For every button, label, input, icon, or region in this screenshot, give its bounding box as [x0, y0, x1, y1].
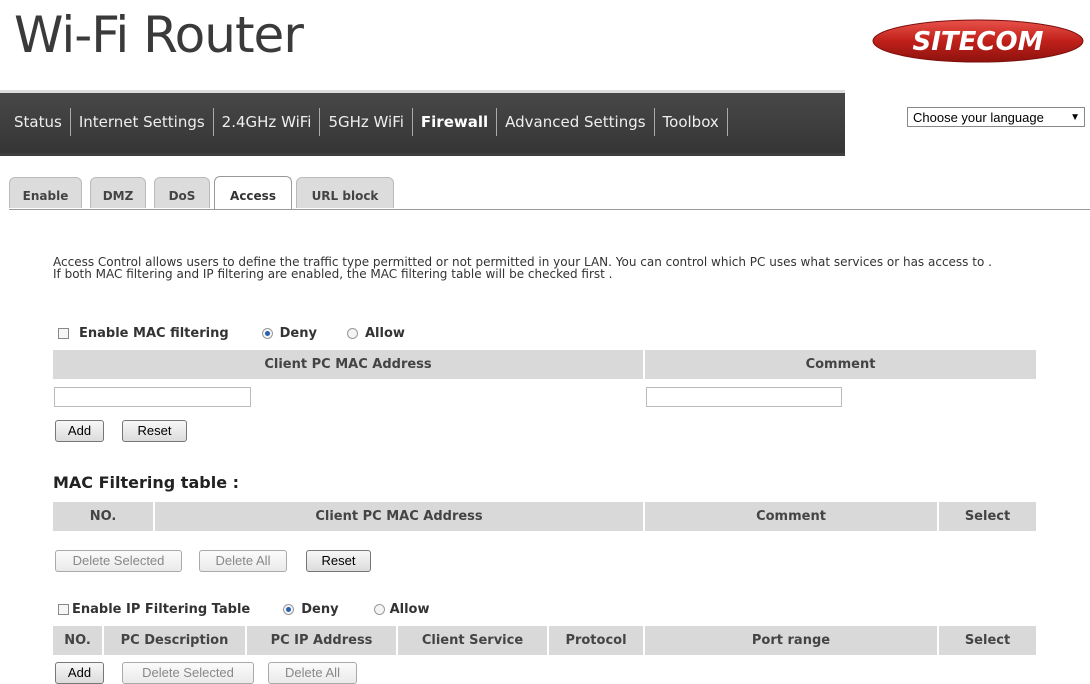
ip-table-col-client-service: Client Service	[398, 626, 547, 655]
enable-mac-filtering-label: Enable MAC filtering	[79, 325, 229, 341]
description-line-2: If both MAC filtering and IP filtering a…	[53, 267, 613, 281]
main-nav: Status Internet Settings 2.4GHz WiFi 5GH…	[14, 108, 728, 136]
nav-24ghz-wifi[interactable]: 2.4GHz WiFi	[214, 108, 320, 136]
nav-firewall[interactable]: Firewall	[413, 108, 496, 136]
mac-table-col-mac: Client PC MAC Address	[155, 502, 643, 531]
mac-table-reset-button[interactable]: Reset	[306, 550, 371, 572]
svg-text:SITECOM: SITECOM	[913, 27, 1044, 57]
ip-deny-label: Deny	[301, 601, 339, 617]
mac-table-col-comment: Comment	[645, 502, 937, 531]
ip-table-col-description: PC Description	[104, 626, 245, 655]
mac-delete-selected-button[interactable]: Delete Selected	[55, 550, 182, 572]
nav-advanced-settings[interactable]: Advanced Settings	[497, 108, 653, 136]
nav-5ghz-wifi[interactable]: 5GHz WiFi	[320, 108, 411, 136]
mac-filtering-table-heading: MAC Filtering table :	[53, 473, 240, 492]
enable-ip-filtering-checkbox[interactable]	[58, 603, 69, 615]
mac-allow-radio[interactable]	[346, 327, 358, 339]
mac-deny-radio[interactable]	[261, 327, 273, 339]
tab-dos[interactable]: DoS	[154, 177, 210, 208]
tab-url-block[interactable]: URL block	[296, 177, 394, 208]
page-title: Wi-Fi Router	[14, 6, 304, 64]
tab-access[interactable]: Access	[214, 176, 292, 209]
tab-dmz[interactable]: DMZ	[90, 177, 146, 208]
mac-address-input[interactable]	[54, 387, 251, 407]
chevron-down-icon: ▼	[1070, 112, 1080, 123]
mac-filter-options: Enable MAC filtering Deny Allow	[58, 325, 405, 341]
enable-mac-filtering-checkbox[interactable]	[58, 327, 69, 339]
ip-table-col-ip-address: PC IP Address	[247, 626, 396, 655]
ip-table-col-port-range: Port range	[645, 626, 937, 655]
mac-input-header-mac: Client PC MAC Address	[53, 350, 643, 379]
ip-table-col-select: Select	[939, 626, 1036, 655]
mac-comment-input[interactable]	[646, 387, 842, 407]
nav-status[interactable]: Status	[14, 108, 70, 136]
ip-table-col-protocol: Protocol	[549, 626, 643, 655]
mac-deny-label: Deny	[279, 325, 317, 341]
ip-deny-radio[interactable]	[283, 603, 295, 615]
mac-input-header-comment: Comment	[645, 350, 1036, 379]
nav-internet-settings[interactable]: Internet Settings	[71, 108, 213, 136]
mac-reset-button[interactable]: Reset	[122, 420, 187, 442]
mac-allow-label: Allow	[364, 325, 405, 341]
ip-table-col-no: NO.	[53, 626, 102, 655]
sitecom-logo: SITECOM	[872, 19, 1084, 63]
mac-table-col-no: NO.	[53, 502, 153, 531]
mac-delete-all-button[interactable]: Delete All	[199, 550, 287, 572]
nav-toolbox[interactable]: Toolbox	[655, 108, 727, 136]
ip-filter-options: Enable IP Filtering Table Deny Allow	[58, 601, 430, 617]
mac-table-col-select: Select	[939, 502, 1036, 531]
language-select-value: Choose your language	[913, 110, 1044, 125]
ip-allow-radio[interactable]	[373, 603, 385, 615]
mac-add-button[interactable]: Add	[55, 420, 104, 442]
access-control-description: Access Control allows users to define th…	[53, 256, 1063, 280]
language-select[interactable]: Choose your language ▼	[907, 107, 1085, 127]
tab-enable[interactable]: Enable	[9, 177, 82, 208]
ip-allow-label: Allow	[389, 601, 430, 617]
enable-ip-filtering-label: Enable IP Filtering Table	[72, 601, 251, 617]
